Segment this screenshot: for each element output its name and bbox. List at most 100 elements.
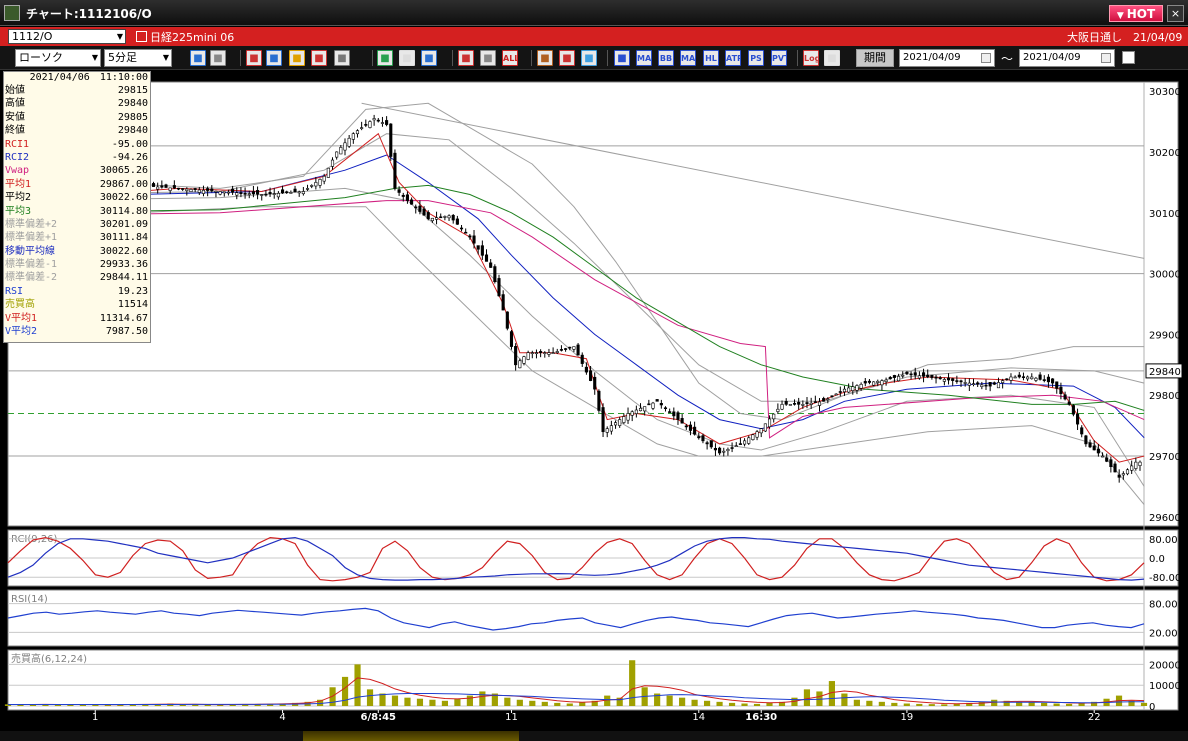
magnifier-icon[interactable]: ■ [266,50,282,66]
hot-label: HOT [1126,7,1156,21]
price-tick-label: 29600 [1149,513,1181,524]
download-icon[interactable]: ■ [246,50,262,66]
candle-body [318,179,322,186]
symbol-name: 日経225mini 06 [150,31,235,44]
chevron-down-icon: ▼ [91,53,98,62]
data-row: 安値 29805 [4,111,150,124]
option-checkbox[interactable] [1122,51,1135,64]
tools-icon[interactable]: ■ [559,50,575,66]
close-button[interactable]: × [1167,5,1184,22]
pattern-icon[interactable]: ■ [537,50,553,66]
symbol-list-icon[interactable] [136,31,147,42]
time-tick-label: 22 [1088,712,1101,723]
candle-icon[interactable]: ■ [458,50,474,66]
candle-body [351,133,355,140]
candle-body [601,407,605,433]
volume-bar [1140,702,1148,706]
candle-body [1125,469,1130,475]
volume-bar [366,689,374,706]
hot-button[interactable]: ▼ HOT [1109,5,1163,22]
time-tick-label: 16:30 [745,712,777,723]
candle-body [676,412,680,420]
volume-bar [703,700,711,706]
candle-body [1076,413,1080,425]
volume-bar [479,691,486,706]
data-row: 高値 29840 [4,97,150,110]
candle-body [414,206,418,209]
window-icon[interactable]: ■ [824,50,840,66]
candle-body [164,184,168,188]
mae-icon[interactable]: MAE [680,50,696,66]
horizontal-scrollbar[interactable] [0,731,1188,741]
candle-body [160,185,164,188]
candle-body [913,372,917,376]
candle-body [655,399,659,402]
data-row-value: 11314.67 [99,312,148,324]
pointer-icon[interactable]: ■ [399,50,415,66]
cursor-line-icon[interactable]: ■ [210,50,226,66]
chart-area[interactable]: 29600 29700 29800 29900 30000 30100 30200 30300… [0,70,1188,731]
candle-body [1113,463,1117,473]
candle-body [872,381,876,386]
zoom-icon[interactable]: ■ [190,50,206,66]
data-row-label: RCI2 [5,151,30,163]
candle-body [743,440,747,445]
interval-value: 5分足 [108,51,137,64]
candle-body [410,199,414,205]
chart-type-select[interactable]: ローソク ▼ [15,49,101,67]
panel-tick-label: 80.00 [1149,535,1178,546]
calendar-icon[interactable] [1101,53,1111,63]
candle-body [643,406,647,412]
candle-body [1105,457,1109,462]
candle-body [385,120,389,125]
volume-bar [379,693,386,706]
volume-bar [1066,703,1073,706]
candle-body [156,186,160,190]
candle-body [422,208,426,216]
draw-line-icon[interactable]: ■ [377,50,393,66]
candle-body [260,194,264,196]
palette-icon[interactable]: ■ [581,50,597,66]
candle-body [718,447,722,454]
candle-body [472,235,476,244]
chevron-down-icon[interactable]: ▼ [115,30,125,43]
bb-icon[interactable]: BB [658,50,674,66]
date-to-input[interactable]: 2021/04/09 [1019,49,1115,67]
toolbar-separator [452,50,453,66]
candle-body [593,376,597,390]
candle-body [268,192,272,195]
date-range-separator: ～ [1001,52,1014,66]
time-tick-label: 6/8:45 [361,712,397,723]
pvt-icon[interactable]: PVT [771,50,787,66]
redo-icon[interactable]: ■ [421,50,437,66]
date-from-input[interactable]: 2021/04/09 [899,49,995,67]
volume-bar [666,695,673,706]
candle-body [959,380,963,383]
fit-icon[interactable]: ■ [480,50,496,66]
pen-icon[interactable]: ■ [334,50,350,66]
atr-icon[interactable]: ATR [725,50,741,66]
log-icon[interactable]: Log [803,50,819,66]
candle-body [564,348,568,350]
psar-icon[interactable]: PS [748,50,764,66]
interval-select[interactable]: 5分足 ▼ [104,49,172,67]
candle-body [493,266,497,282]
hl-icon[interactable]: HL [703,50,719,66]
symbol-input[interactable]: 1112/O [8,29,126,44]
candle-body [897,376,901,382]
price-tick-label: 29900 [1149,330,1181,341]
all-icon[interactable]: ALL [502,50,518,66]
bar-chart-icon[interactable]: ■ [289,50,305,66]
indicator-icon[interactable]: ■ [614,50,630,66]
candle-body [176,187,181,190]
ma-icon[interactable]: MA [636,50,652,66]
scrollbar-thumb[interactable] [303,731,519,741]
calendar-icon[interactable] [981,53,991,63]
candle-body [347,137,351,147]
volume-bar [629,660,636,706]
period-button[interactable]: 期間 [856,49,894,67]
compare-icon[interactable]: ■ [311,50,327,66]
candle-body [892,375,896,378]
candle-body [189,189,193,192]
candle-body [455,218,459,225]
